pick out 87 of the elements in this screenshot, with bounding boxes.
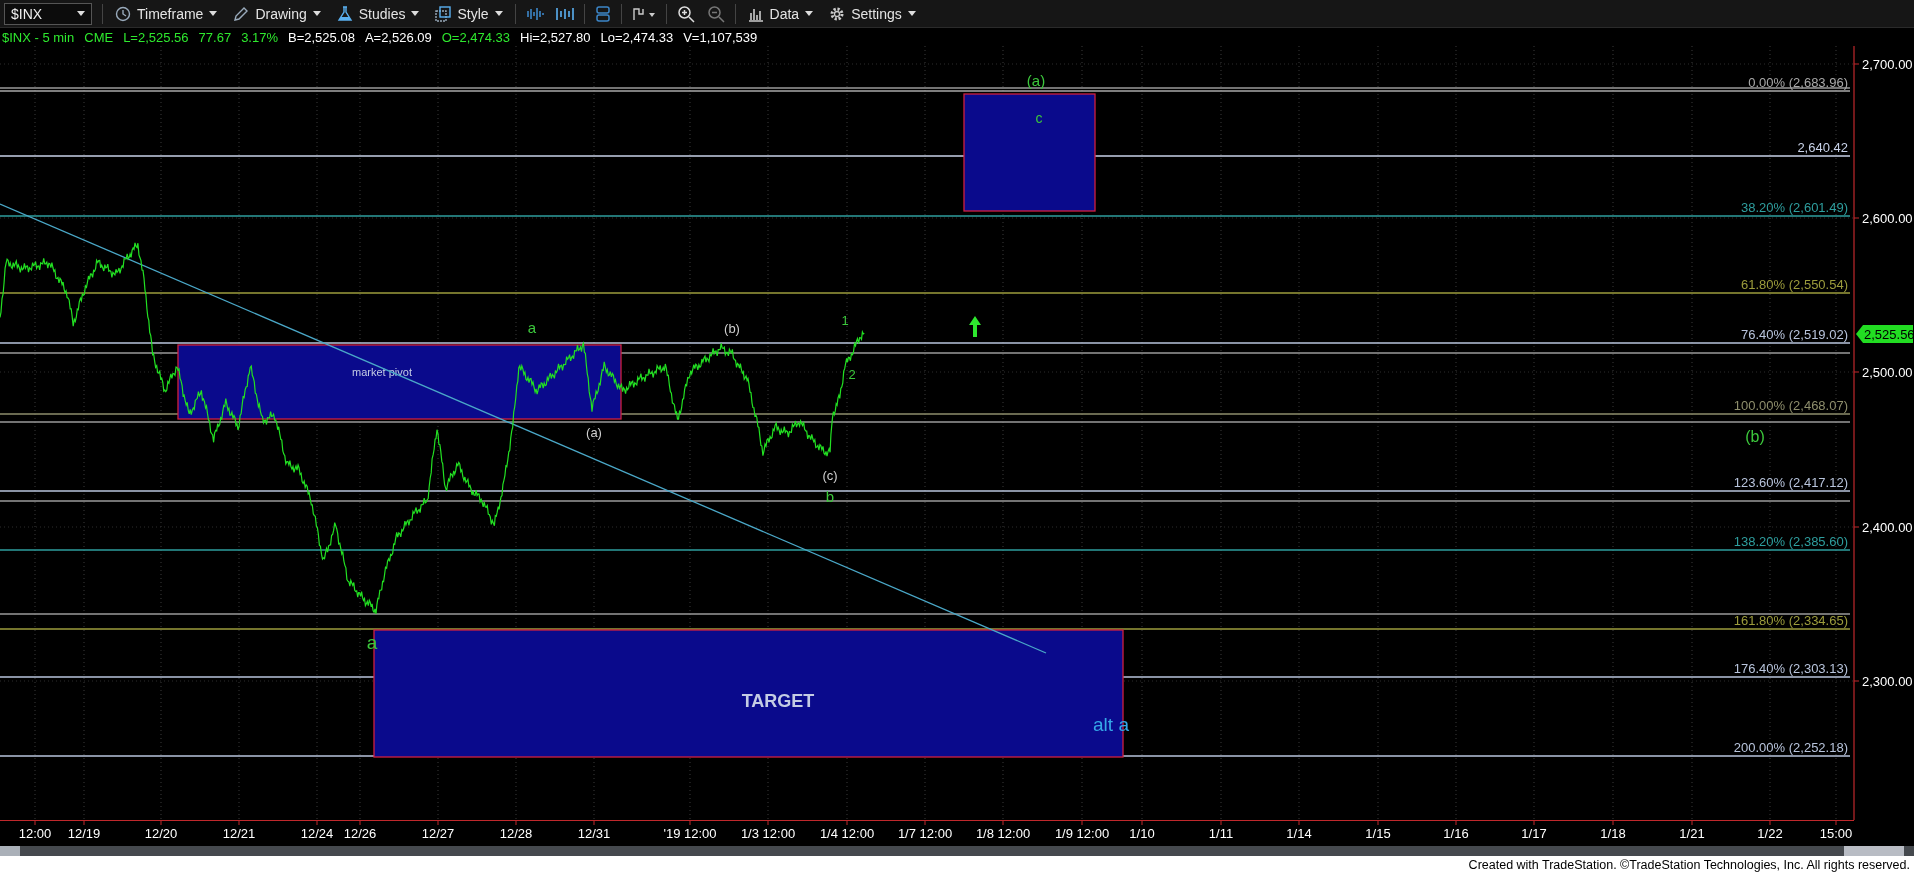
flask-icon: [336, 5, 353, 22]
wave-label: (b): [1745, 428, 1765, 445]
caret-icon: [411, 11, 420, 16]
wave-label: 1: [841, 313, 849, 328]
scrollbar[interactable]: [0, 846, 1914, 856]
caret-icon: [312, 11, 321, 16]
clock-icon: [115, 5, 131, 22]
fib-level-label: 123.60% (2,417.12): [1733, 475, 1848, 490]
time-axis-label: 12/19: [67, 826, 101, 841]
caret-icon: [907, 11, 916, 16]
fib-level-label: 2,640.42: [1797, 140, 1848, 155]
zone-label: TARGET: [741, 691, 815, 711]
time-axis-label: 1/9 12:00: [1054, 826, 1110, 841]
time-axis-label: 12/27: [421, 826, 455, 841]
wave-label: (c): [822, 468, 838, 483]
toolbar-menu[interactable]: Drawing: [227, 1, 327, 26]
time-axis-label: 12/26: [343, 826, 377, 841]
time-axis-label: 1/8 12:00: [975, 826, 1031, 841]
up-arrow-icon: [969, 316, 981, 337]
fib-level-label: 38.20% (2,601.49): [1741, 200, 1848, 215]
wave-label: (a): [1026, 72, 1046, 89]
quote-value: $INX - 5 min: [2, 29, 75, 45]
caret-icon: [209, 11, 218, 16]
fib-level-label: 61.80% (2,550.54): [1741, 277, 1848, 292]
quote-value: V=1,107,539: [683, 29, 758, 45]
time-axis-label: 1/10: [1129, 826, 1155, 841]
wave-label: a: [527, 319, 537, 336]
squares-icon: [435, 5, 452, 22]
caret-icon: [805, 11, 814, 16]
toolbar-menu[interactable]: Style: [429, 1, 509, 26]
time-axis-label: 12/21: [222, 826, 256, 841]
symbol-dropdown[interactable]: $INX: [4, 2, 92, 25]
price-axis-label: 2,300.00: [1862, 674, 1913, 689]
time-axis-label: 1/16: [1443, 826, 1469, 841]
price-axis-label: 2,700.00: [1862, 57, 1913, 72]
fib-level-label: 76.40% (2,519.02): [1741, 327, 1848, 342]
time-axis-label: 1/7 12:00: [897, 826, 953, 841]
quote-value: 3.17%: [241, 29, 278, 45]
time-axis-label: 12:00: [18, 826, 52, 841]
fib-level-label: 0.00% (2,683.96): [1748, 75, 1848, 90]
fib-level-label: 200.00% (2,252.18): [1733, 740, 1848, 755]
quote-value: O=2,474.33: [441, 29, 511, 45]
credit-text: Created with TradeStation. ©TradeStation Technologies, Inc. All rights reserved.: [1468, 857, 1910, 872]
pencil-icon: [233, 5, 250, 22]
time-axis-label: 1/11: [1208, 826, 1234, 841]
wave-label: (a): [586, 425, 602, 440]
quote-value: CME: [84, 29, 114, 45]
zone-label: market pivot: [352, 366, 412, 378]
zone-label: c: [1035, 110, 1043, 126]
price-axis-label: 2,600.00: [1862, 211, 1913, 226]
price-axis-label: 2,500.00: [1862, 365, 1913, 380]
toolbar-menu[interactable]: Settings: [823, 1, 922, 26]
time-axis-label: 1/21: [1679, 826, 1705, 841]
toolbar-menu[interactable]: Data: [741, 1, 820, 26]
time-axis-label: 1/14: [1286, 826, 1312, 841]
time-axis-label: 12/24: [300, 826, 334, 841]
toolbar-menu[interactable]: Studies: [330, 1, 426, 26]
toolbar-menu[interactable]: Timeframe: [109, 1, 224, 26]
time-axis-label: 15:00: [1819, 826, 1853, 841]
quote-value: Hi=2,527.80: [520, 29, 591, 45]
time-axis-label: '19 12:00: [663, 826, 717, 841]
time-axis-label: 12/20: [144, 826, 178, 841]
fib-level-label: 161.80% (2,334.65): [1733, 613, 1848, 628]
time-axis-label: 1/15: [1365, 826, 1391, 841]
wave-label: (b): [724, 321, 740, 336]
quote-value: L=2,525.56: [123, 29, 189, 45]
time-axis-label: 12/28: [499, 826, 533, 841]
time-axis-label: 1/4 12:00: [819, 826, 875, 841]
wave-label: alt a: [1093, 714, 1129, 735]
quote-value: B=2,525.08: [288, 29, 355, 45]
fib-level-label: 138.20% (2,385.60): [1733, 534, 1848, 549]
caret-icon: [77, 11, 85, 16]
fib-level-label: 100.00% (2,468.07): [1733, 398, 1848, 413]
time-axis-label: 1/18: [1600, 826, 1626, 841]
time-axis-label: 12/31: [577, 826, 611, 841]
price-axis-label: 2,400.00: [1862, 520, 1913, 535]
settings-icon: [829, 5, 846, 22]
wave-label: 2: [848, 367, 856, 382]
quote-value: A=2,526.09: [364, 29, 432, 45]
time-axis-label: 1/3 12:00: [740, 826, 796, 841]
time-axis-label: 1/22: [1757, 826, 1783, 841]
caret-icon: [494, 11, 503, 16]
last-price-tag: 2,525.56: [1856, 325, 1914, 343]
quote-value: 77.67: [198, 29, 232, 45]
quote-value: Lo=2,474.33: [600, 29, 674, 45]
fib-level-label: 176.40% (2,303.13): [1733, 661, 1848, 676]
time-axis-label: 1/17: [1521, 826, 1547, 841]
